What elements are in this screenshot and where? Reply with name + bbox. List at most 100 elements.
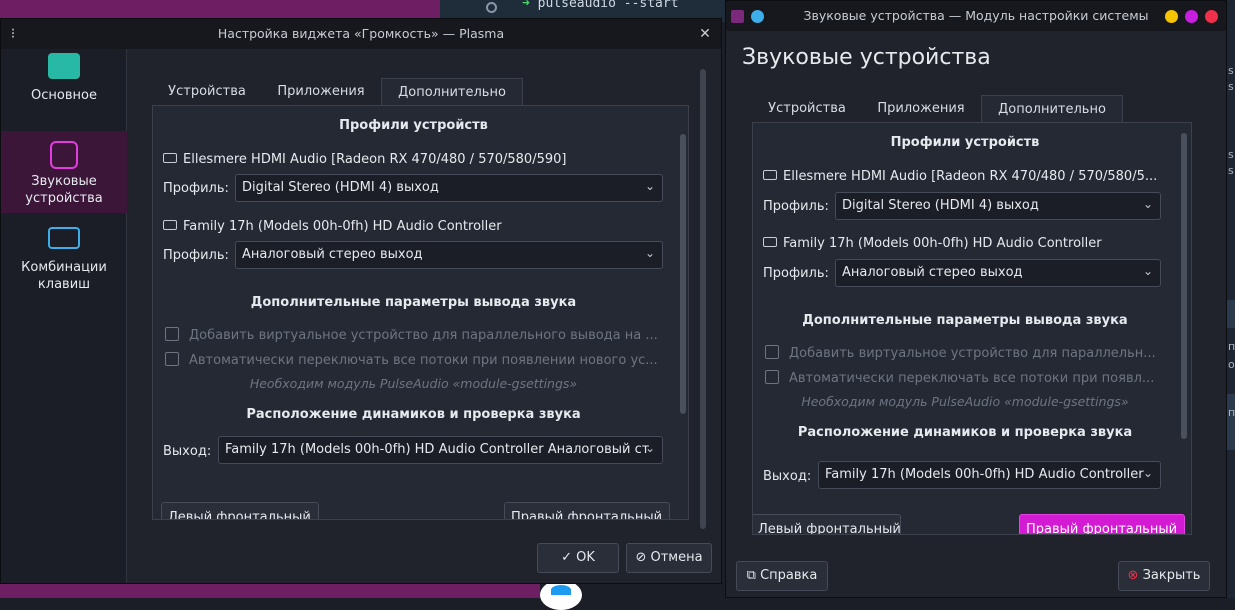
- option-label: Автоматически переключать все потоки при…: [789, 371, 1155, 386]
- terminal-command: pulseaudio --start: [537, 0, 679, 11]
- tab-applications[interactable]: Приложения: [861, 95, 981, 123]
- ok-button[interactable]: ✓ OK: [537, 543, 619, 573]
- right-front-speaker-button[interactable]: Правый фронтальный: [1019, 514, 1185, 534]
- section-title-profiles: Профили устройств: [890, 135, 1040, 150]
- device-label: Family 17h (Models 00h-0fh) HD Audio Con…: [783, 236, 1102, 251]
- sidebar-item-shortcuts[interactable]: Комбинации клавиш: [1, 215, 127, 301]
- audio-card-icon: [163, 220, 177, 230]
- desktop-background-bottom: [0, 583, 540, 598]
- page-title: Звуковые устройства: [742, 45, 991, 70]
- sidebar-item-label: Комбинации клавиш: [21, 260, 107, 292]
- tab-devices[interactable]: Устройства: [153, 78, 261, 106]
- terminal-node-icon: [486, 2, 497, 13]
- auto-switch-option[interactable]: Автоматически переключать все потоки при…: [765, 370, 1161, 386]
- tab-bar: Устройства Приложения Дополнительно: [753, 95, 1153, 123]
- keyboard-icon: [48, 227, 80, 249]
- system-settings-window: Звуковые устройства — Модуль настройки с…: [725, 0, 1227, 598]
- device-name: Family 17h (Models 00h-0fh) HD Audio Con…: [163, 219, 663, 234]
- desktop-background: [0, 0, 500, 18]
- profile-select[interactable]: Аналоговый стерео выход ⌄: [235, 241, 663, 269]
- cancel-label: Отмена: [650, 550, 703, 565]
- device-name: Ellesmere HDMI Audio [Radeon RX 470/480 …: [763, 169, 1163, 184]
- device-label: Family 17h (Models 00h-0fh) HD Audio Con…: [183, 219, 502, 234]
- cancel-button[interactable]: ⊘ Отмена: [626, 543, 712, 573]
- sidebar-item-label: Основное: [31, 88, 97, 103]
- checkbox[interactable]: [165, 352, 179, 366]
- right-front-speaker-button[interactable]: Правый фронтальный: [504, 502, 670, 519]
- prompt-arrow: ➜: [522, 0, 530, 11]
- hdmi-device-icon: [163, 153, 177, 163]
- help-icon: ⧉: [746, 568, 756, 583]
- strip-block: [1226, 394, 1235, 450]
- page-scrollbar[interactable]: [700, 69, 706, 529]
- output-value: Family 17h (Models 00h-0fh) HD Audio Con…: [825, 467, 1144, 482]
- tab-applications[interactable]: Приложения: [261, 78, 381, 106]
- auto-switch-option[interactable]: Автоматически переключать все потоки при…: [165, 352, 663, 368]
- hdmi-device-icon: [763, 170, 777, 180]
- strip-block: [1226, 300, 1235, 328]
- sidebar-item-audio-devices[interactable]: Звуковые устройства: [1, 131, 127, 213]
- strip-text: s: [1228, 64, 1234, 77]
- left-front-speaker-button[interactable]: Левый фронтальный: [161, 502, 319, 519]
- window-title: Звуковые устройства — Модуль настройки с…: [803, 8, 1149, 23]
- cancel-icon: ⊘: [635, 550, 647, 565]
- close-icon[interactable]: [1205, 10, 1218, 23]
- profile-label: Профиль:: [763, 199, 829, 214]
- minimize-icon[interactable]: [1165, 10, 1178, 23]
- output-label: Выход:: [763, 469, 812, 484]
- device-name: Family 17h (Models 00h-0fh) HD Audio Con…: [763, 236, 1163, 251]
- ok-label: OK: [576, 550, 595, 565]
- profile-label: Профиль:: [163, 181, 229, 196]
- option-label: Добавить виртуальное устройство для пара…: [789, 346, 1156, 361]
- section-title-speakers: Расположение динамиков и проверка звука: [246, 407, 581, 422]
- profile-label: Профиль:: [163, 248, 229, 263]
- checkbox[interactable]: [165, 327, 179, 341]
- profile-select[interactable]: Digital Stereo (HDMI 4) выход ⌄: [835, 192, 1161, 220]
- help-label: Справка: [760, 568, 818, 583]
- audio-devices-icon: [50, 141, 78, 169]
- tab-bar: Устройства Приложения Дополнительно: [153, 78, 673, 106]
- profile-select[interactable]: Digital Stereo (HDMI 4) выход ⌄: [235, 174, 663, 202]
- checkbox[interactable]: [765, 370, 779, 384]
- sidebar: Основное Звуковые устройства Комбинации …: [1, 49, 127, 583]
- profile-label: Профиль:: [763, 266, 829, 281]
- sidebar-item-general[interactable]: Основное: [1, 49, 127, 129]
- option-label: Автоматически переключать все потоки при…: [189, 353, 658, 368]
- checkbox[interactable]: [765, 345, 779, 359]
- tab-devices[interactable]: Устройства: [753, 95, 861, 123]
- titlebar[interactable]: ⁝ Настройка виджета «Громкость» — Plasma…: [1, 19, 721, 49]
- profile-value: Digital Stereo (HDMI 4) выход: [842, 198, 1039, 213]
- help-button[interactable]: ⧉ Справка: [736, 561, 828, 591]
- output-select[interactable]: Family 17h (Models 00h-0fh) HD Audio Con…: [218, 436, 663, 464]
- profile-select[interactable]: Аналоговый стерео выход ⌄: [835, 259, 1161, 287]
- close-button[interactable]: ⊗ Закрыть: [1118, 561, 1210, 591]
- general-settings-icon: [48, 53, 80, 79]
- section-title-output-params: Дополнительные параметры вывода звука: [802, 313, 1128, 328]
- tab-advanced[interactable]: Дополнительно: [381, 78, 523, 106]
- window-title: Настройка виджета «Громкость» — Plasma: [217, 26, 505, 41]
- device-name: Ellesmere HDMI Audio [Radeon RX 470/480 …: [163, 152, 663, 167]
- scrollbar[interactable]: [1181, 133, 1187, 439]
- chevron-down-icon: ⌄: [644, 179, 655, 193]
- check-icon: ✓: [561, 550, 572, 565]
- virtual-device-option[interactable]: Добавить виртуальное устройство для пара…: [165, 327, 663, 343]
- profile-value: Аналоговый стерео выход: [242, 247, 423, 262]
- strip-text: s: [1228, 80, 1234, 93]
- output-select[interactable]: Family 17h (Models 00h-0fh) HD Audio Con…: [818, 461, 1161, 489]
- section-title-output-params: Дополнительные параметры вывода звука: [250, 295, 577, 310]
- left-front-speaker-button[interactable]: Левый фронтальный: [753, 514, 901, 534]
- maximize-icon[interactable]: [1185, 10, 1198, 23]
- audio-card-icon: [763, 237, 777, 247]
- titlebar[interactable]: Звуковые устройства — Модуль настройки с…: [726, 1, 1226, 31]
- virtual-device-option[interactable]: Добавить виртуальное устройство для пара…: [765, 345, 1161, 361]
- close-icon[interactable]: ✕: [697, 26, 713, 42]
- module-note: Необходим модуль PulseAudio «module-gset…: [249, 376, 578, 391]
- strip-text: s: [1228, 148, 1234, 161]
- scrollbar[interactable]: [680, 134, 686, 414]
- tab-advanced[interactable]: Дополнительно: [981, 95, 1123, 123]
- bird-logo-blue-icon: [551, 585, 571, 595]
- strip-text: пр: [1228, 406, 1235, 419]
- chevron-down-icon: ⌄: [1142, 466, 1153, 480]
- device-label: Ellesmere HDMI Audio [Radeon RX 470/480 …: [183, 152, 567, 167]
- device-label: Ellesmere HDMI Audio [Radeon RX 470/480 …: [783, 169, 1158, 184]
